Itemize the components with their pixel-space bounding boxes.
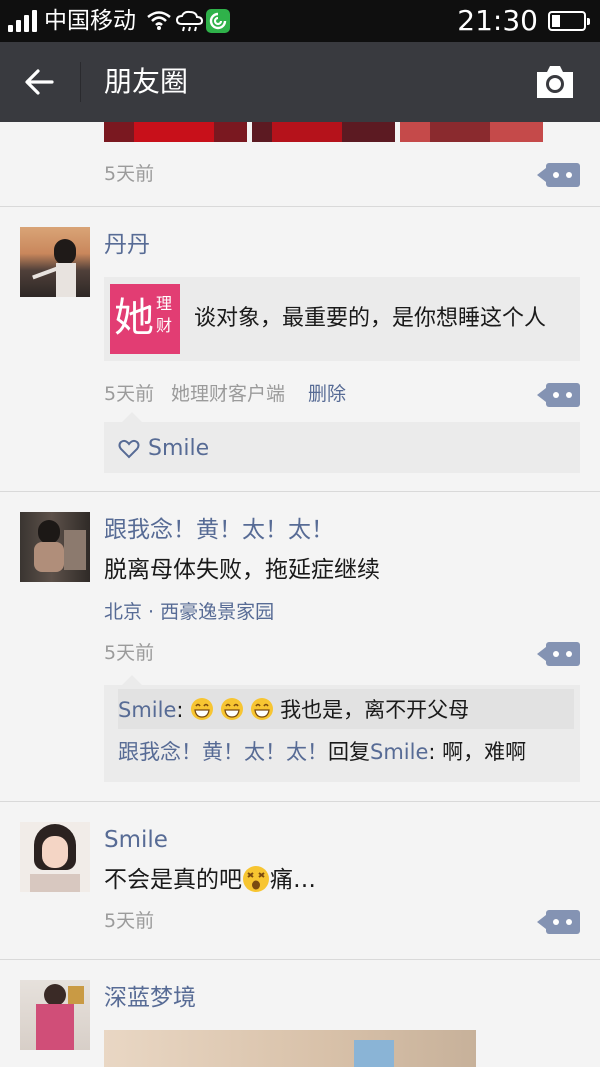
post-time: 5天前 bbox=[104, 910, 155, 932]
post-author[interactable]: Smile bbox=[104, 824, 168, 856]
post-text: 脱离母体失败，拖延症继续 bbox=[104, 557, 380, 583]
comment-author[interactable]: Smile bbox=[118, 698, 176, 722]
post-location[interactable]: 北京 · 西豪逸景家园 bbox=[104, 599, 274, 625]
reply-target[interactable]: Smile bbox=[370, 740, 428, 764]
shared-link-card[interactable]: 她 理 财 谈对象，最重要的，是你想睡这个人 bbox=[104, 277, 580, 361]
post-photo[interactable] bbox=[104, 122, 247, 142]
link-logo-main: 她 bbox=[114, 295, 154, 341]
likes-box: Smile bbox=[104, 412, 580, 473]
camera-button[interactable] bbox=[534, 62, 576, 102]
reply-word: 回复 bbox=[328, 740, 370, 764]
comment-button[interactable] bbox=[537, 383, 580, 407]
link-title: 谈对象，最重要的，是你想睡这个人 bbox=[194, 306, 547, 331]
post-text-part: 痛… bbox=[270, 867, 316, 893]
avatar[interactable] bbox=[20, 980, 90, 1050]
post-author[interactable]: 丹丹 bbox=[104, 229, 150, 261]
comment-button[interactable] bbox=[537, 642, 580, 666]
post-author[interactable]: 跟我念！黄！太！太！ bbox=[104, 514, 334, 546]
avatar[interactable] bbox=[20, 822, 90, 892]
carrier-name: 中国移动 bbox=[44, 8, 136, 34]
heart-icon bbox=[118, 439, 140, 459]
post-text: 不会是真的吧 痛… bbox=[104, 864, 316, 896]
360-app-icon bbox=[206, 9, 230, 33]
comments-box: Smile: 我也是，离不开父母 跟我念！黄！太！太！回复Smile: 啊，难啊 bbox=[104, 675, 580, 782]
link-logo-sub: 理 bbox=[156, 294, 173, 313]
page-title: 朋友圈 bbox=[104, 65, 189, 98]
post-photo[interactable] bbox=[104, 1030, 476, 1067]
feed-post: 深蓝梦境 bbox=[0, 960, 600, 1067]
signal-icon bbox=[8, 10, 40, 32]
title-divider bbox=[80, 62, 81, 102]
feed-post: 跟我念！黄！太！太！ 脱离母体失败，拖延症继续 北京 · 西豪逸景家园 5天前 … bbox=[0, 492, 600, 802]
comment-author[interactable]: 跟我念！黄！太！太！ bbox=[118, 740, 328, 764]
feed-post: 丹丹 她 理 财 谈对象，最重要的，是你想睡这个人 5天前 她理财客户端 删除 … bbox=[0, 207, 600, 492]
post-time: 5天前 bbox=[104, 642, 155, 664]
comment-separator: : bbox=[428, 740, 443, 764]
link-logo-sub: 财 bbox=[156, 316, 173, 335]
comment-button[interactable] bbox=[537, 163, 580, 187]
moments-feed[interactable]: 5天前 丹丹 她 理 财 谈对象，最重要的，是你想睡这个人 5天前 她理财客户端… bbox=[0, 122, 600, 1067]
grin-emoji bbox=[251, 698, 274, 720]
post-author[interactable]: 深蓝梦境 bbox=[104, 982, 196, 1014]
comment-body: 我也是，离不开父母 bbox=[280, 698, 470, 722]
feed-post: Smile 不会是真的吧 痛… 5天前 bbox=[0, 802, 600, 960]
avatar[interactable] bbox=[20, 512, 90, 582]
comment-body: 啊，难啊 bbox=[442, 740, 527, 764]
weather-icon bbox=[175, 9, 205, 33]
post-photo[interactable] bbox=[400, 122, 543, 142]
comment-item[interactable]: 跟我念！黄！太！太！回复Smile: 啊，难啊 bbox=[118, 737, 526, 767]
back-arrow-icon bbox=[25, 69, 54, 95]
post-time: 5天前 bbox=[104, 163, 155, 185]
post-time: 5天前 bbox=[104, 383, 155, 405]
wifi-icon bbox=[146, 9, 172, 31]
post-source[interactable]: 她理财客户端 bbox=[171, 381, 285, 407]
shock-emoji bbox=[243, 866, 269, 892]
clock: 21:30 bbox=[457, 4, 538, 37]
status-bar: 中国移动 21:30 bbox=[0, 0, 600, 42]
camera-icon bbox=[537, 66, 573, 98]
feed-post: 5天前 bbox=[0, 122, 600, 207]
delete-link[interactable]: 删除 bbox=[308, 381, 346, 407]
comment-button[interactable] bbox=[537, 910, 580, 934]
link-thumbnail: 她 理 财 bbox=[110, 284, 180, 354]
back-button[interactable] bbox=[18, 60, 62, 104]
like-user[interactable]: Smile bbox=[148, 434, 209, 464]
grin-emoji bbox=[221, 698, 244, 720]
battery-icon bbox=[548, 11, 590, 31]
comment-separator: : bbox=[176, 698, 191, 722]
post-text-part: 不会是真的吧 bbox=[104, 867, 242, 893]
post-photo[interactable] bbox=[252, 122, 395, 142]
title-bar: 朋友圈 bbox=[0, 42, 600, 122]
avatar[interactable] bbox=[20, 227, 90, 297]
comment-item[interactable]: Smile: 我也是，离不开父母 bbox=[118, 695, 469, 725]
grin-emoji bbox=[191, 698, 214, 720]
